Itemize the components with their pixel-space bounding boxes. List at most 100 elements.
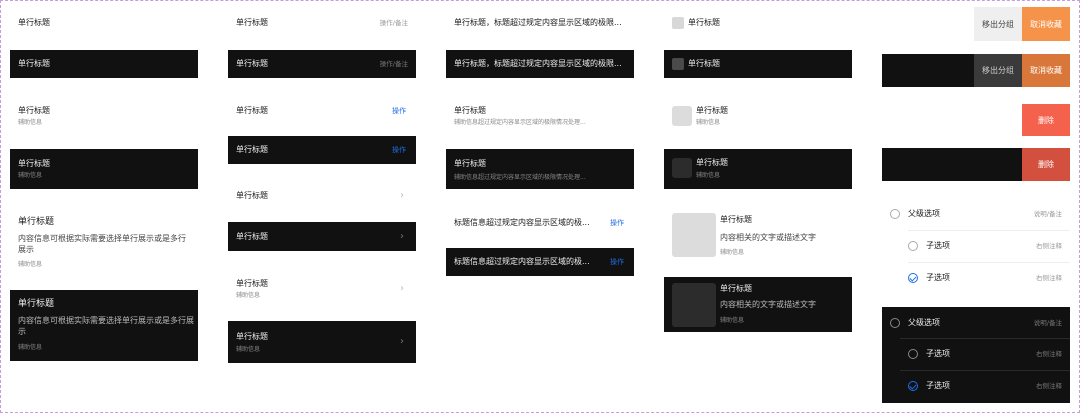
item-title: 标题信息超过规定内容显示区域的极... xyxy=(454,257,590,266)
child-option-label[interactable]: 子选项 xyxy=(926,273,950,283)
item-subtitle: 辅助信息 xyxy=(696,119,721,126)
item-body: 内容相关的文字或描述文字 xyxy=(720,233,816,242)
item-subtitle: 辅助信息超过规定内容显示区域的极限情况处理... xyxy=(454,174,586,181)
list-item[interactable]: 单行标题，标题超过规定内容显示区域的极限... xyxy=(446,12,634,34)
item-title: 单行标题 xyxy=(696,106,728,115)
item-title: 单行标题 xyxy=(18,299,55,309)
action-link[interactable]: 操作 xyxy=(610,258,624,266)
checkbox-icon[interactable] xyxy=(672,17,684,29)
item-title: 单行标题 xyxy=(688,18,720,27)
chevron-right-icon: › xyxy=(400,336,404,347)
list-item[interactable]: 单行标题 辅助信息 xyxy=(10,100,198,132)
child-option-note: 右侧注释 xyxy=(1036,382,1062,390)
child-option-label[interactable]: 子选项 xyxy=(926,349,950,359)
swipe-row[interactable]: 删除 xyxy=(882,104,1070,136)
swipe-row[interactable]: 移出分组 取消收藏 xyxy=(882,7,1070,41)
list-item[interactable]: 单行标题 内容信息可根据实际需要选择单行展示或是多行展示 辅助信息 xyxy=(10,212,198,272)
checked-radio-icon[interactable] xyxy=(908,273,918,283)
item-title: 单行标题 xyxy=(236,332,268,341)
list-item[interactable]: 单行标题 辅助信息 › xyxy=(228,321,416,363)
item-title: 单行标题 xyxy=(236,145,268,154)
item-subtitle: 辅助信息 xyxy=(720,317,745,324)
list-item[interactable]: 单行标题 操作 xyxy=(228,136,416,164)
item-title: 单行标题 xyxy=(236,191,268,200)
list-item[interactable]: 单行标题 辅助信息 xyxy=(10,149,198,189)
child-option-note: 右侧注释 xyxy=(1036,242,1062,250)
item-note[interactable]: 操作/备注 xyxy=(380,19,408,27)
thumbnail-icon xyxy=(672,283,716,327)
item-title: 单行标题 xyxy=(18,59,50,68)
parent-option-label[interactable]: 父级选项 xyxy=(908,318,940,328)
item-body: 内容信息可根据实际需要选择单行展示或是多行展示 xyxy=(18,234,186,254)
delete-button[interactable]: 删除 xyxy=(1022,148,1070,181)
divider xyxy=(900,370,1070,371)
item-title: 单行标题 xyxy=(454,159,486,168)
item-title: 单行标题 xyxy=(236,279,268,288)
item-subtitle: 辅助信息 xyxy=(720,249,745,256)
divider xyxy=(908,262,1070,263)
option-tree: 父级选项 说明/备注 子选项 右侧注释 子选项 右侧注释 xyxy=(882,307,1070,403)
list-item[interactable]: 单行标题 内容相关的文字或描述文字 辅助信息 xyxy=(664,277,852,332)
item-title: 单行标题 xyxy=(720,284,752,293)
radio-icon[interactable] xyxy=(908,349,918,359)
list-item[interactable]: 单行标题 辅助信息 › xyxy=(228,272,416,306)
item-title: 单行标题 xyxy=(236,59,268,68)
radio-icon[interactable] xyxy=(908,241,918,251)
thumbnail-icon xyxy=(672,106,692,126)
child-option-note: 右侧注释 xyxy=(1036,274,1062,282)
unfavorite-button[interactable]: 取消收藏 xyxy=(1022,54,1070,87)
parent-option-label[interactable]: 父级选项 xyxy=(908,209,940,219)
item-title: 单行标题 xyxy=(18,217,55,227)
item-subtitle: 辅助信息 xyxy=(18,261,43,268)
item-title: 单行标题 xyxy=(688,59,720,68)
list-item[interactable]: 单行标题 › xyxy=(228,222,416,251)
list-item[interactable]: 单行标题 xyxy=(10,12,198,34)
list-item[interactable]: 单行标题 操作/备注 xyxy=(228,12,416,34)
child-option-label[interactable]: 子选项 xyxy=(926,241,950,251)
action-link[interactable]: 操作 xyxy=(392,146,406,154)
radio-icon[interactable] xyxy=(890,209,900,219)
checkbox-icon[interactable] xyxy=(672,58,684,70)
list-item[interactable]: 单行标题 xyxy=(664,12,852,34)
action-link[interactable]: 操作 xyxy=(610,219,624,227)
list-item[interactable]: 标题信息超过规定内容显示区域的极... 操作 xyxy=(446,212,634,234)
option-tree: 父级选项 说明/备注 子选项 右侧注释 子选项 右侧注释 xyxy=(882,200,1070,296)
item-title: 单行标题 xyxy=(454,106,486,115)
unfavorite-button[interactable]: 取消收藏 xyxy=(1022,7,1070,41)
delete-button[interactable]: 删除 xyxy=(1022,104,1070,136)
list-item[interactable]: 单行标题 辅助信息超过规定内容显示区域的极限情况处理... xyxy=(446,149,634,189)
swipe-row[interactable]: 删除 xyxy=(882,148,1070,181)
list-item[interactable]: 单行标题 内容相关的文字或描述文字 辅助信息 xyxy=(664,210,852,264)
child-option-note: 右侧注释 xyxy=(1036,350,1062,358)
list-item[interactable]: 单行标题 辅助信息 xyxy=(664,100,852,132)
move-out-group-button[interactable]: 移出分组 xyxy=(974,54,1022,87)
item-subtitle: 辅助信息 xyxy=(18,344,43,351)
list-item[interactable]: 单行标题 内容信息可根据实际需要选择单行展示或是多行展示 辅助信息 xyxy=(10,290,198,361)
item-title: 单行标题 xyxy=(18,18,50,27)
list-item[interactable]: 单行标题 操作 xyxy=(228,100,416,122)
list-item[interactable]: 单行标题 辅助信息超过规定内容显示区域的极限情况处理... xyxy=(446,100,634,132)
child-option-label[interactable]: 子选项 xyxy=(926,381,950,391)
radio-icon[interactable] xyxy=(890,318,900,328)
item-body: 内容相关的文字或描述文字 xyxy=(720,300,816,309)
item-title: 单行标题 xyxy=(236,106,268,115)
thumbnail-icon xyxy=(672,213,716,257)
list-item[interactable]: 单行标题 xyxy=(10,50,198,78)
item-note[interactable]: 操作/备注 xyxy=(380,60,408,68)
swipe-row[interactable]: 移出分组 取消收藏 xyxy=(882,54,1070,87)
list-item[interactable]: 单行标题 › xyxy=(228,184,416,208)
list-item[interactable]: 单行标题 xyxy=(664,50,852,78)
item-subtitle: 辅助信息 xyxy=(18,172,43,179)
item-title: 单行标题 xyxy=(236,232,268,241)
list-item[interactable]: 单行标题 辅助信息 xyxy=(664,149,852,189)
item-body: 内容信息可根据实际需要选择单行展示或是多行展示 xyxy=(18,316,194,336)
list-item[interactable]: 单行标题 操作/备注 xyxy=(228,50,416,78)
chevron-right-icon: › xyxy=(400,231,404,242)
item-title: 单行标题 xyxy=(18,106,50,115)
list-item[interactable]: 标题信息超过规定内容显示区域的极... 操作 xyxy=(446,248,634,276)
action-link[interactable]: 操作 xyxy=(392,107,406,115)
thumbnail-icon xyxy=(672,158,692,178)
checked-radio-icon[interactable] xyxy=(908,381,918,391)
move-out-group-button[interactable]: 移出分组 xyxy=(974,7,1022,41)
list-item[interactable]: 单行标题，标题超过规定内容显示区域的极限... xyxy=(446,50,634,78)
